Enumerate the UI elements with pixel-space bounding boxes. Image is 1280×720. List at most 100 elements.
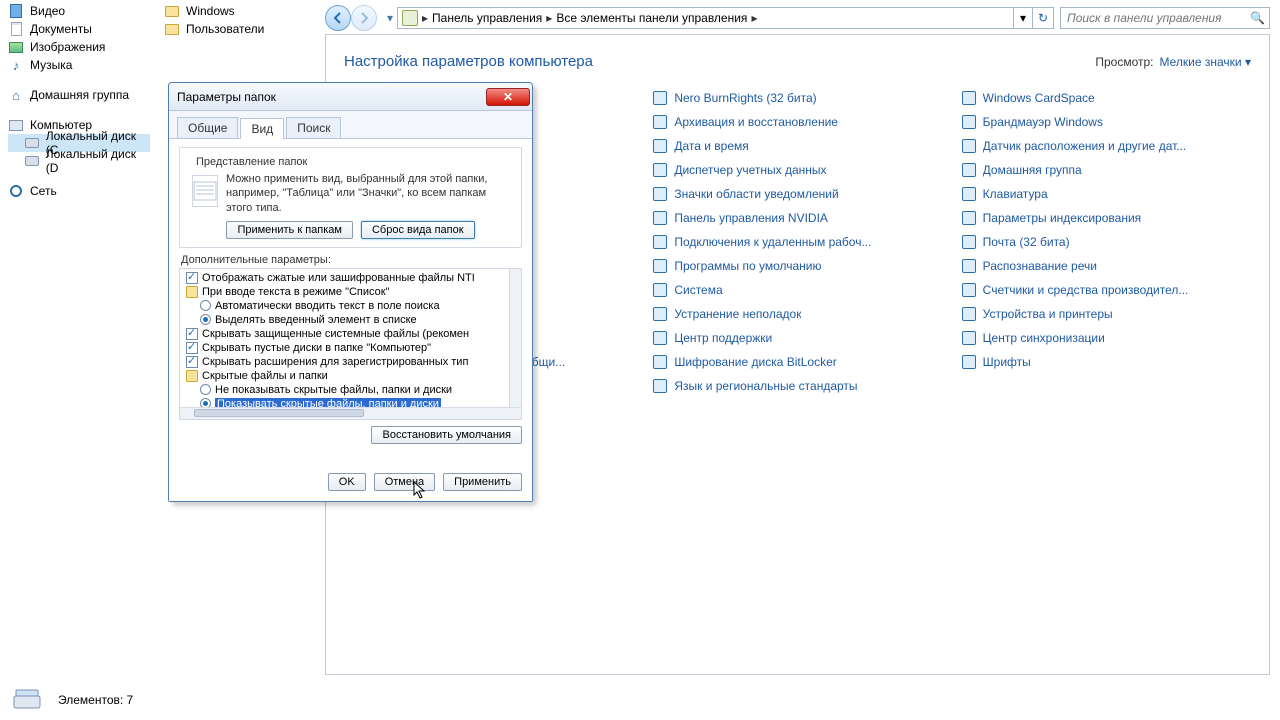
cp-item-label: Центр синхронизации: [983, 331, 1105, 345]
cp-item[interactable]: Параметры индексирования: [961, 208, 1251, 228]
cp-item-icon: [652, 306, 668, 322]
tree-images[interactable]: Изображения: [8, 38, 150, 56]
cp-item[interactable]: Брандмауэр Windows: [961, 112, 1251, 132]
breadcrumb-1[interactable]: Панель управления: [428, 11, 546, 25]
cp-item[interactable]: Устранение неполадок: [652, 304, 942, 324]
cp-item-icon: [652, 378, 668, 394]
cp-item[interactable]: Шрифты: [961, 352, 1251, 372]
document-icon: [8, 21, 24, 37]
topbar: ▾ ▸ Панель управления ▸ Все элементы пан…: [325, 6, 1270, 30]
address-bar[interactable]: ▸ Панель управления ▸ Все элементы панел…: [397, 7, 1014, 29]
checkbox-icon[interactable]: [186, 342, 198, 354]
tree-network[interactable]: Сеть: [8, 182, 150, 200]
cp-item[interactable]: Устройства и принтеры: [961, 304, 1251, 324]
control-panel-icon: [402, 10, 418, 26]
cp-item[interactable]: Распознавание речи: [961, 256, 1251, 276]
apply-to-folders-button[interactable]: Применить к папкам: [226, 221, 353, 239]
cancel-button[interactable]: Отмена: [374, 473, 435, 491]
address-dropdown[interactable]: ▾: [1014, 7, 1032, 29]
tree-documents[interactable]: Документы: [8, 20, 150, 38]
horizontal-scrollbar[interactable]: [180, 407, 521, 419]
vertical-scrollbar[interactable]: [509, 269, 521, 407]
cp-item[interactable]: Подключения к удаленным рабоч...: [652, 232, 942, 252]
cp-item-icon: [961, 282, 977, 298]
cp-item-label: Домашняя группа: [983, 163, 1082, 177]
nav-history-dropdown[interactable]: ▾: [383, 5, 397, 31]
cp-item-label: Windows CardSpace: [983, 91, 1095, 105]
opt-show-encrypted[interactable]: Отображать сжатые или зашифрованные файл…: [182, 271, 507, 285]
folder-icon: [164, 3, 180, 19]
checkbox-icon[interactable]: [186, 356, 198, 368]
cp-item[interactable]: Панель управления NVIDIA: [652, 208, 942, 228]
folder-users[interactable]: Пользователи: [154, 20, 325, 38]
advanced-settings-list: Отображать сжатые или зашифрованные файл…: [179, 268, 522, 420]
folder-icon: [164, 21, 180, 37]
cp-item-icon: [652, 330, 668, 346]
tree-local-disk-d[interactable]: Локальный диск (D: [8, 152, 150, 170]
cp-item[interactable]: Windows CardSpace: [961, 88, 1251, 108]
cp-item-label: Панель управления NVIDIA: [674, 211, 828, 225]
radio-icon[interactable]: [200, 384, 211, 395]
cp-item-icon: [961, 354, 977, 370]
radio-icon[interactable]: [200, 300, 211, 311]
cp-item[interactable]: Программы по умолчанию: [652, 256, 942, 276]
tree-video[interactable]: Видео: [8, 2, 150, 20]
folder-windows[interactable]: Windows: [154, 2, 325, 20]
opt-hidden-files-group[interactable]: Скрытые файлы и папки: [182, 369, 507, 383]
opt-typing-list-mode[interactable]: При вводе текста в режиме "Список": [182, 285, 507, 299]
checkbox-icon[interactable]: [186, 328, 198, 340]
apply-button[interactable]: Применить: [443, 473, 522, 491]
tab-general[interactable]: Общие: [177, 117, 238, 138]
dialog-close-button[interactable]: ✕: [486, 88, 530, 106]
cp-item-label: Архивация и восстановление: [674, 115, 838, 129]
refresh-button[interactable]: ↻: [1032, 7, 1054, 29]
tree-homegroup[interactable]: ⌂Домашняя группа: [8, 86, 150, 104]
restore-defaults-button[interactable]: Восстановить умолчания: [371, 426, 522, 444]
tree-label: Домашняя группа: [30, 88, 129, 102]
folder-icon: [186, 286, 198, 298]
opt-hide-protected-os[interactable]: Скрывать защищенные системные файлы (рек…: [182, 327, 507, 341]
cp-item[interactable]: Дата и время: [652, 136, 942, 156]
group-text: Можно применить вид, выбранный для этой …: [226, 172, 513, 215]
opt-select-typed-item[interactable]: Выделять введенный элемент в списке: [182, 313, 507, 327]
cp-item[interactable]: Nero BurnRights (32 бита): [652, 88, 942, 108]
cp-item[interactable]: Архивация и восстановление: [652, 112, 942, 132]
tree-music[interactable]: ♪Музыка: [8, 56, 150, 74]
breadcrumb-2[interactable]: Все элементы панели управления: [552, 11, 751, 25]
dialog-titlebar[interactable]: Параметры папок ✕: [169, 83, 532, 111]
search-box[interactable]: 🔍: [1060, 7, 1270, 29]
checkbox-icon[interactable]: [186, 272, 198, 284]
opt-hide-extensions[interactable]: Скрывать расширения для зарегистрированн…: [182, 355, 507, 369]
tree-label: Локальный диск (D: [46, 147, 150, 175]
view-dropdown[interactable]: Мелкие значки ▾: [1160, 55, 1251, 69]
cp-item[interactable]: Диспетчер учетных данных: [652, 160, 942, 180]
cp-item-label: Параметры индексирования: [983, 211, 1141, 225]
opt-dont-show-hidden[interactable]: Не показывать скрытые файлы, папки и дис…: [182, 383, 507, 397]
cp-item[interactable]: Язык и региональные стандарты: [652, 376, 942, 396]
cp-item[interactable]: Центр поддержки: [652, 328, 942, 348]
cp-item[interactable]: Шифрование диска BitLocker: [652, 352, 942, 372]
cp-item[interactable]: Домашняя группа: [961, 160, 1251, 180]
opt-hide-empty-drives[interactable]: Скрывать пустые диски в папке "Компьютер…: [182, 341, 507, 355]
cp-item[interactable]: Центр синхронизации: [961, 328, 1251, 348]
nav-back-button[interactable]: [325, 5, 351, 31]
cp-item-label: Программы по умолчанию: [674, 259, 821, 273]
cp-item-icon: [961, 210, 977, 226]
reset-folders-button[interactable]: Сброс вида папок: [361, 221, 475, 239]
cp-item[interactable]: Система: [652, 280, 942, 300]
cp-item[interactable]: Датчик расположения и другие дат...: [961, 136, 1251, 156]
search-input[interactable]: [1065, 10, 1250, 26]
tab-view[interactable]: Вид: [240, 118, 284, 139]
cp-item[interactable]: Клавиатура: [961, 184, 1251, 204]
tab-search[interactable]: Поиск: [286, 117, 341, 138]
cp-item[interactable]: Счетчики и средства производител...: [961, 280, 1251, 300]
opt-auto-type-search[interactable]: Автоматически вводить текст в поле поиск…: [182, 299, 507, 313]
cp-item-label: Диспетчер учетных данных: [674, 163, 826, 177]
cp-item-label: Устройства и принтеры: [983, 307, 1113, 321]
nav-forward-button[interactable]: [351, 5, 377, 31]
radio-icon[interactable]: [200, 314, 211, 325]
cp-item[interactable]: Значки области уведомлений: [652, 184, 942, 204]
scrollbar-thumb[interactable]: [194, 409, 364, 417]
cp-item[interactable]: Почта (32 бита): [961, 232, 1251, 252]
ok-button[interactable]: OK: [328, 473, 366, 491]
